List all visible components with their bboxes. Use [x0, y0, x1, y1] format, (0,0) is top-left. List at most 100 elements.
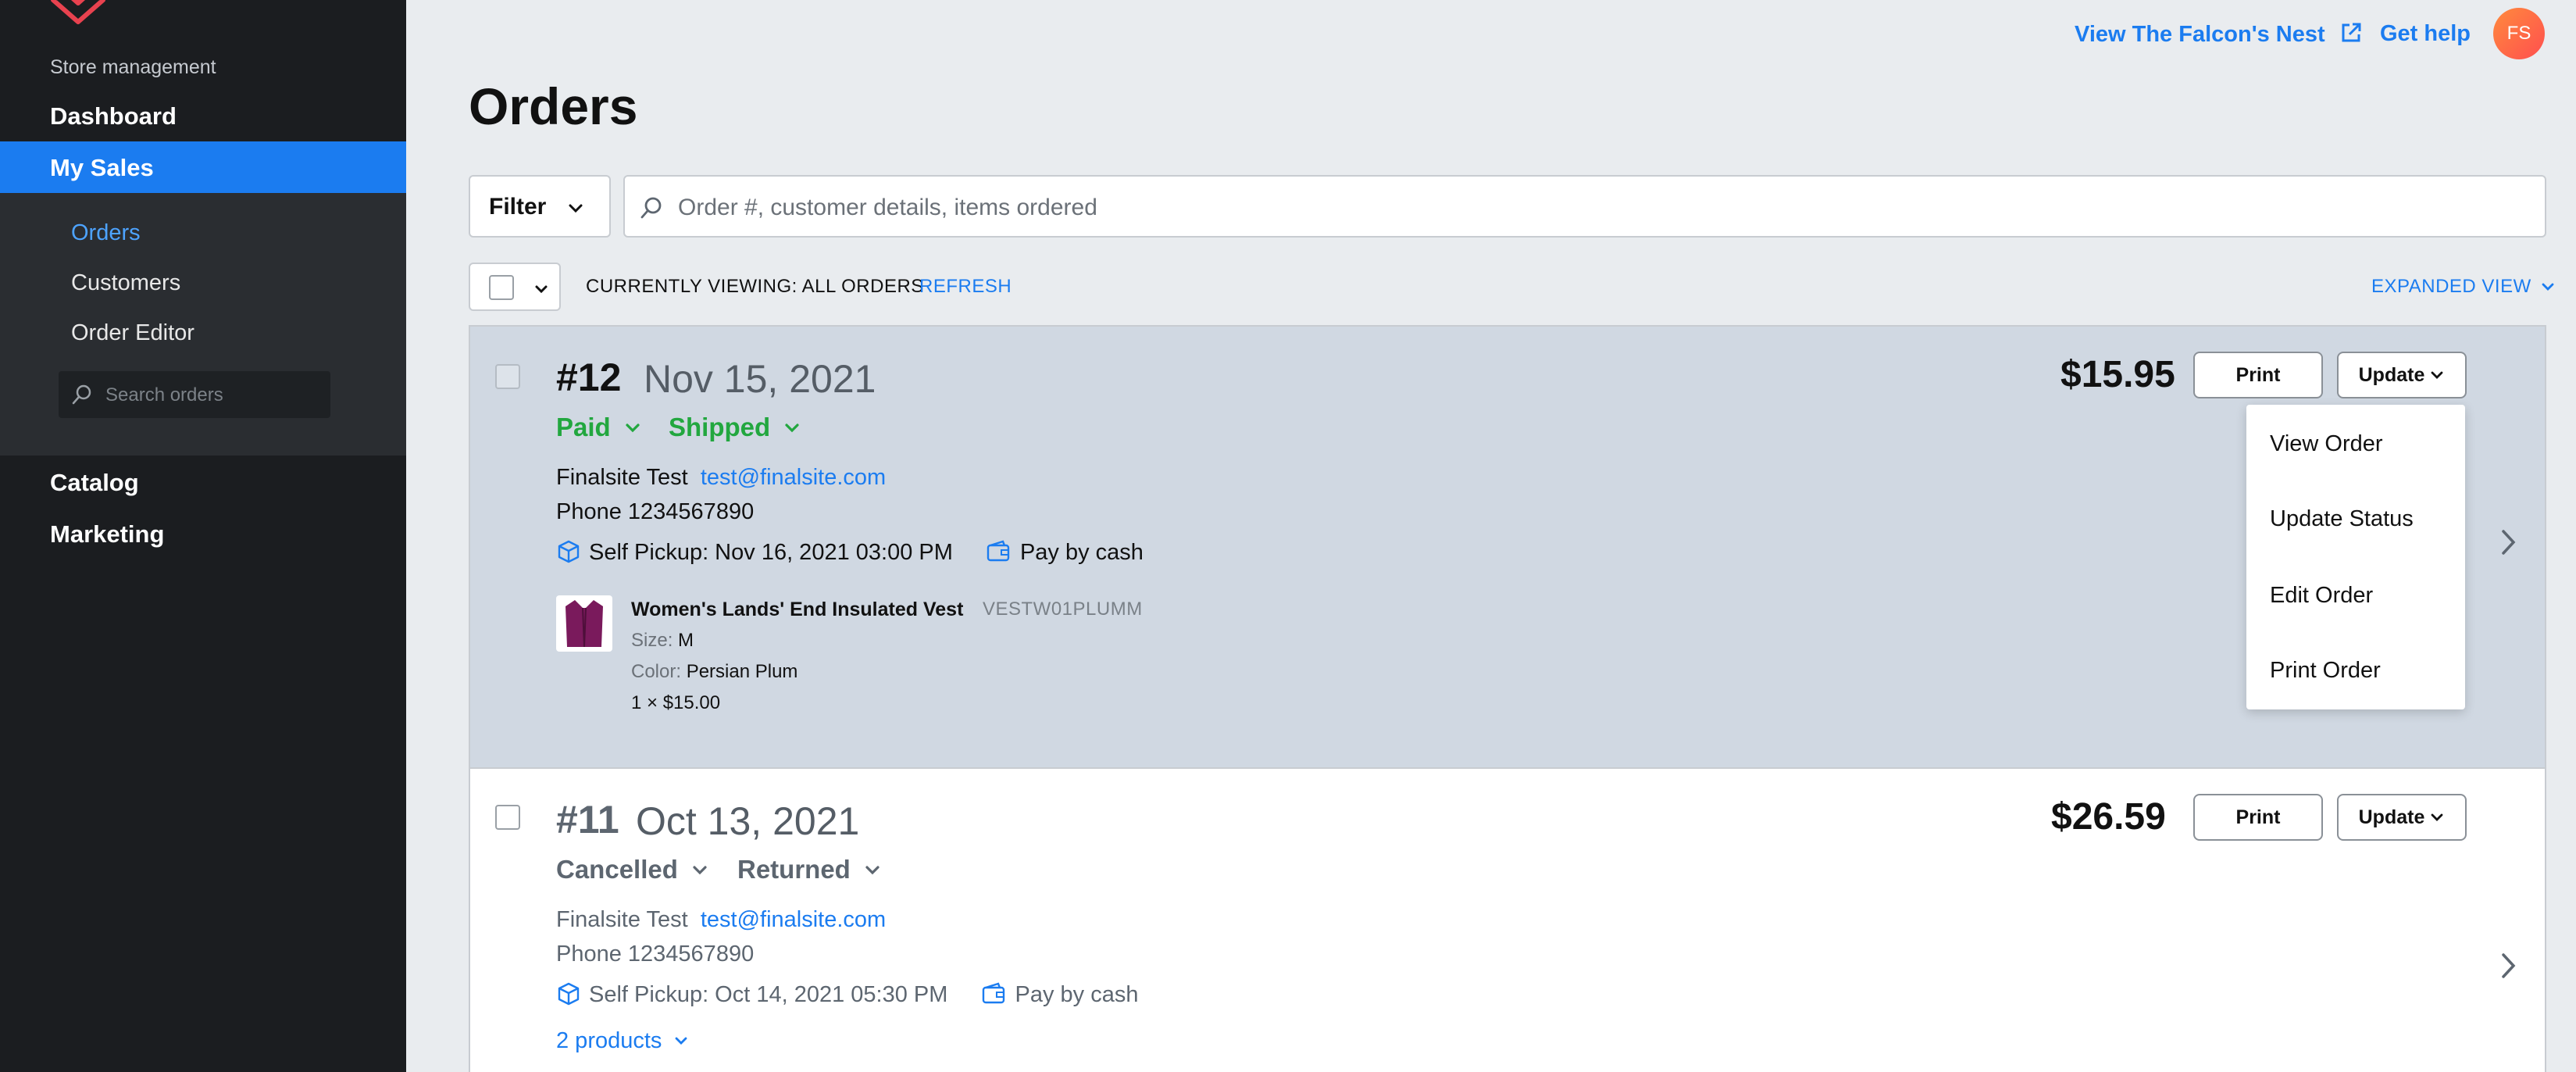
view-store-label: View The Falcon's Nest: [2075, 22, 2325, 47]
filter-label: Filter: [489, 194, 547, 220]
payment-status-label: Cancelled: [556, 855, 678, 884]
nav-catalog[interactable]: Catalog: [50, 469, 139, 497]
menu-view-order[interactable]: View Order: [2270, 431, 2383, 457]
refresh-link[interactable]: REFRESH: [919, 276, 1011, 298]
order-checkbox[interactable]: [495, 805, 520, 830]
pickup-text: Self Pickup: Nov 16, 2021 03:00 PM: [589, 540, 953, 565]
size-value: M: [678, 630, 694, 651]
page-title: Orders: [469, 77, 638, 135]
product-qty-price: 1 × $15.00: [631, 692, 721, 713]
sidebar-search-placeholder: Search orders: [105, 384, 223, 406]
chevron-down-icon: [535, 285, 548, 294]
subnav-orders[interactable]: Orders: [71, 220, 141, 246]
bulk-select-dropdown[interactable]: [469, 263, 561, 311]
order-number: #11: [556, 798, 619, 842]
order-search-input[interactable]: [678, 191, 2514, 225]
products-link-label: 2 products: [556, 1028, 662, 1053]
chevron-down-icon: [865, 866, 879, 875]
menu-update-status[interactable]: Update Status: [2270, 506, 2414, 532]
customer-phone: Phone 1234567890: [556, 499, 755, 524]
chevron-right-icon[interactable]: [2496, 950, 2520, 981]
chevron-down-icon: [2431, 371, 2443, 379]
size-label: Size:: [631, 630, 673, 651]
payment-status-dropdown[interactable]: Cancelled: [556, 855, 710, 884]
sidebar: Store management Dashboard My Sales Orde…: [0, 0, 406, 1072]
nav-my-sales[interactable]: My Sales: [0, 141, 406, 193]
chevron-right-icon[interactable]: [2496, 527, 2520, 558]
customer-info: Finalsite Test test@finalsite.com: [556, 465, 886, 491]
fulfillment-status-dropdown[interactable]: Returned: [737, 855, 883, 884]
chevron-down-icon: [2542, 283, 2554, 291]
order-checkbox[interactable]: [495, 364, 520, 389]
customer-email-link[interactable]: test@finalsite.com: [701, 907, 886, 932]
print-button[interactable]: Print: [2193, 352, 2323, 398]
avatar[interactable]: FS: [2493, 8, 2545, 59]
color-label: Color:: [631, 661, 682, 682]
external-link-icon: [2342, 23, 2361, 42]
update-label: Update: [2358, 363, 2425, 386]
expanded-view-toggle[interactable]: EXPANDED VIEW: [2371, 276, 2556, 298]
package-icon: [558, 982, 580, 1006]
products-expand-link[interactable]: 2 products: [556, 1028, 690, 1054]
product-sku: VESTW01PLUMM: [983, 599, 1143, 620]
subnav-order-editor[interactable]: Order Editor: [71, 320, 194, 346]
customer-name: Finalsite Test: [556, 907, 688, 932]
product-name[interactable]: Women's Lands' End Insulated Vest: [631, 599, 963, 621]
menu-print-order[interactable]: Print Order: [2270, 658, 2381, 684]
order-date: Oct 13, 2021: [636, 799, 860, 843]
chevron-down-icon: [2431, 813, 2443, 821]
search-icon: [640, 197, 662, 219]
currently-viewing-label: CURRENTLY VIEWING: ALL ORDERS: [586, 276, 924, 297]
store-logo-icon[interactable]: [48, 0, 108, 28]
expanded-view-label: EXPANDED VIEW: [2371, 276, 2531, 297]
order-date: Nov 15, 2021: [644, 357, 876, 401]
print-button[interactable]: Print: [2193, 794, 2323, 841]
customer-info: Finalsite Test test@finalsite.com: [556, 907, 886, 933]
customer-name: Finalsite Test: [556, 465, 688, 490]
delivery-info: Self Pickup: Oct 14, 2021 05:30 PM Pay b…: [556, 981, 1138, 1008]
update-label: Update: [2358, 806, 2425, 828]
customer-phone: Phone 1234567890: [556, 942, 755, 967]
view-store-link[interactable]: View The Falcon's Nest: [2075, 21, 2363, 48]
subnav-customers[interactable]: Customers: [71, 270, 180, 296]
order-search-field[interactable]: [623, 175, 2546, 238]
order-card-11[interactable]: #11 Oct 13, 2021 Cancelled Returned Fina…: [469, 767, 2546, 1072]
wallet-icon: [982, 982, 1004, 1004]
update-menu: View Order Update Status Edit Order Prin…: [2246, 405, 2465, 709]
nav-dashboard[interactable]: Dashboard: [50, 102, 177, 130]
get-help-link[interactable]: Get help: [2380, 21, 2471, 47]
my-sales-subnav: Orders Customers Order Editor Search ord…: [0, 193, 406, 456]
customer-email-link[interactable]: test@finalsite.com: [701, 465, 886, 490]
order-total: $26.59: [2051, 796, 2166, 838]
filter-button[interactable]: Filter: [469, 175, 611, 238]
order-total: $15.95: [2060, 354, 2175, 395]
payment-method: Pay by cash: [1019, 540, 1144, 565]
product-color: Color: Persian Plum: [631, 661, 797, 683]
menu-edit-order[interactable]: Edit Order: [2270, 583, 2373, 609]
sidebar-search-input[interactable]: Search orders: [59, 371, 330, 418]
store-management-label: Store management: [50, 56, 216, 78]
pickup-text: Self Pickup: Oct 14, 2021 05:30 PM: [589, 982, 948, 1007]
vest-image-icon: [566, 600, 603, 648]
color-value: Persian Plum: [686, 661, 798, 682]
wallet-icon: [987, 540, 1010, 562]
chevron-down-icon: [569, 204, 583, 213]
delivery-info: Self Pickup: Nov 16, 2021 03:00 PM Pay b…: [556, 539, 1144, 566]
fulfillment-status-label: Shipped: [669, 413, 771, 441]
payment-status-dropdown[interactable]: Paid: [556, 413, 643, 442]
product-thumbnail[interactable]: [556, 595, 612, 652]
payment-status-label: Paid: [556, 413, 611, 441]
chevron-down-icon: [693, 866, 707, 875]
nav-marketing[interactable]: Marketing: [50, 520, 164, 549]
fulfillment-status-label: Returned: [737, 855, 851, 884]
payment-method: Pay by cash: [1015, 982, 1139, 1007]
fulfillment-status-dropdown[interactable]: Shipped: [669, 413, 802, 442]
update-button[interactable]: Update: [2337, 352, 2467, 398]
order-number: #12: [556, 356, 622, 399]
order-card-12[interactable]: #12 Nov 15, 2021 Paid Shipped Finalsite …: [469, 325, 2546, 769]
chevron-down-icon: [785, 423, 799, 433]
update-button[interactable]: Update: [2337, 794, 2467, 841]
package-icon: [558, 540, 580, 563]
search-icon: [72, 384, 91, 405]
select-all-checkbox[interactable]: [489, 275, 514, 300]
